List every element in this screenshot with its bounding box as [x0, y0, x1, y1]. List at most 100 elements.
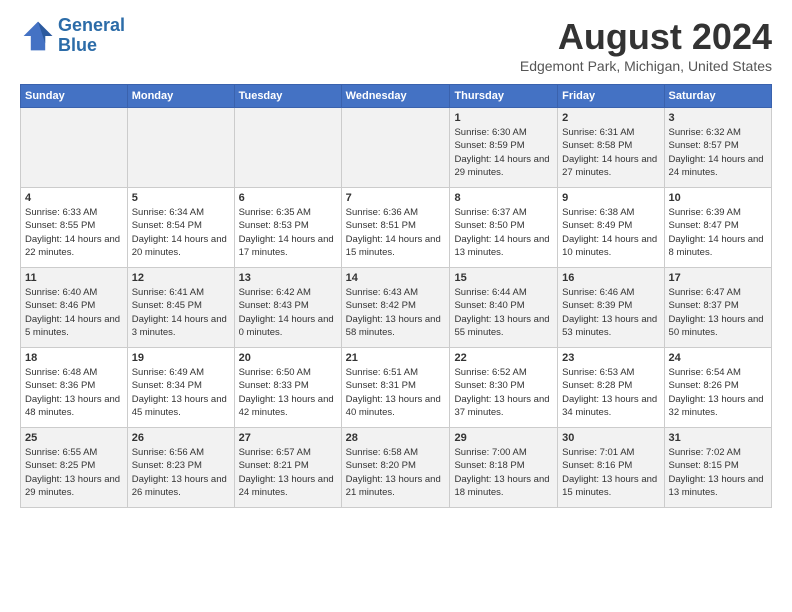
header-row: SundayMondayTuesdayWednesdayThursdayFrid… — [21, 85, 772, 108]
day-cell-empty — [21, 108, 128, 188]
day-info: Sunrise: 6:52 AM Sunset: 8:30 PM Dayligh… — [454, 366, 553, 419]
day-info: Sunrise: 6:37 AM Sunset: 8:50 PM Dayligh… — [454, 206, 553, 259]
day-cell-18: 18Sunrise: 6:48 AM Sunset: 8:36 PM Dayli… — [21, 348, 128, 428]
day-cell-25: 25Sunrise: 6:55 AM Sunset: 8:25 PM Dayli… — [21, 428, 128, 508]
page: General Blue August 2024 Edgemont Park, … — [0, 0, 792, 518]
day-cell-14: 14 Sunrise: 6:43 AM Sunset: 8:42 PM Dayli… — [341, 268, 450, 348]
day-info: Sunrise: 6:41 AM Sunset: 8:45 PM Dayligh… — [132, 286, 230, 339]
day-cell-20: 20 Sunrise: 6:50 AM Sunset: 8:33 PM Dayli… — [234, 348, 341, 428]
day-cell-23: 23 Sunrise: 6:53 AM Sunset: 8:28 PM Dayli… — [558, 348, 664, 428]
day-info: Sunrise: 6:57 AM Sunset: 8:21 PM Dayligh… — [239, 446, 337, 499]
day-number: 25 — [25, 432, 123, 444]
day-info: Sunrise: 6:34 AM Sunset: 8:54 PM Dayligh… — [132, 206, 230, 259]
day-cell-22: 22 Sunrise: 6:52 AM Sunset: 8:30 PM Dayli… — [450, 348, 558, 428]
day-number: 24 — [669, 352, 767, 364]
day-info: Sunrise: 6:36 AM Sunset: 8:51 PM Dayligh… — [346, 206, 446, 259]
day-info: Sunrise: 6:50 AM Sunset: 8:33 PM Dayligh… — [239, 366, 337, 419]
day-number: 15 — [454, 272, 553, 284]
title-block: August 2024 Edgemont Park, Michigan, Uni… — [520, 16, 772, 74]
day-info: Sunrise: 6:58 AM Sunset: 8:20 PM Dayligh… — [346, 446, 446, 499]
day-number: 21 — [346, 352, 446, 364]
day-number: 22 — [454, 352, 553, 364]
logo: General Blue — [20, 16, 125, 56]
day-cell-8: 8 Sunrise: 6:37 AM Sunset: 8:50 PM Daylig… — [450, 188, 558, 268]
header-cell-monday: Monday — [127, 85, 234, 108]
day-info: Sunrise: 6:33 AM Sunset: 8:55 PM Dayligh… — [25, 206, 123, 259]
day-number: 11 — [25, 272, 123, 284]
logo-text: General Blue — [58, 16, 125, 56]
day-number: 12 — [132, 272, 230, 284]
day-info: Sunrise: 6:43 AM Sunset: 8:42 PM Dayligh… — [346, 286, 446, 339]
week-row-4: 18Sunrise: 6:48 AM Sunset: 8:36 PM Dayli… — [21, 348, 772, 428]
day-number: 3 — [669, 112, 767, 124]
day-cell-4: 4 Sunrise: 6:33 AM Sunset: 8:55 PM Daylig… — [21, 188, 128, 268]
day-number: 5 — [132, 192, 230, 204]
day-number: 20 — [239, 352, 337, 364]
day-number: 13 — [239, 272, 337, 284]
header-cell-friday: Friday — [558, 85, 664, 108]
header-cell-thursday: Thursday — [450, 85, 558, 108]
day-info: Sunrise: 7:01 AM Sunset: 8:16 PM Dayligh… — [562, 446, 659, 499]
day-number: 28 — [346, 432, 446, 444]
logo-icon — [20, 18, 56, 54]
day-info: Sunrise: 6:56 AM Sunset: 8:23 PM Dayligh… — [132, 446, 230, 499]
day-cell-26: 26Sunrise: 6:56 AM Sunset: 8:23 PM Dayli… — [127, 428, 234, 508]
day-cell-24: 24 Sunrise: 6:54 AM Sunset: 8:26 PM Dayli… — [664, 348, 771, 428]
day-number: 19 — [132, 352, 230, 364]
day-cell-19: 19Sunrise: 6:49 AM Sunset: 8:34 PM Dayli… — [127, 348, 234, 428]
day-info: Sunrise: 6:47 AM Sunset: 8:37 PM Dayligh… — [669, 286, 767, 339]
day-cell-11: 11Sunrise: 6:40 AM Sunset: 8:46 PM Dayli… — [21, 268, 128, 348]
day-info: Sunrise: 6:54 AM Sunset: 8:26 PM Dayligh… — [669, 366, 767, 419]
day-cell-5: 5 Sunrise: 6:34 AM Sunset: 8:54 PM Daylig… — [127, 188, 234, 268]
day-number: 14 — [346, 272, 446, 284]
day-info: Sunrise: 6:44 AM Sunset: 8:40 PM Dayligh… — [454, 286, 553, 339]
day-info: Sunrise: 6:30 AM Sunset: 8:59 PM Dayligh… — [454, 126, 553, 179]
day-cell-29: 29Sunrise: 7:00 AM Sunset: 8:18 PM Dayli… — [450, 428, 558, 508]
day-number: 27 — [239, 432, 337, 444]
day-number: 30 — [562, 432, 659, 444]
day-number: 17 — [669, 272, 767, 284]
day-cell-12: 12 Sunrise: 6:41 AM Sunset: 8:45 PM Dayli… — [127, 268, 234, 348]
day-cell-2: 2 Sunrise: 6:31 AM Sunset: 8:58 PM Daylig… — [558, 108, 664, 188]
day-number: 31 — [669, 432, 767, 444]
day-info: Sunrise: 6:39 AM Sunset: 8:47 PM Dayligh… — [669, 206, 767, 259]
day-info: Sunrise: 6:53 AM Sunset: 8:28 PM Dayligh… — [562, 366, 659, 419]
day-cell-30: 30 Sunrise: 7:01 AM Sunset: 8:16 PM Dayli… — [558, 428, 664, 508]
day-cell-28: 28 Sunrise: 6:58 AM Sunset: 8:20 PM Dayli… — [341, 428, 450, 508]
day-cell-17: 17 Sunrise: 6:47 AM Sunset: 8:37 PM Dayli… — [664, 268, 771, 348]
day-cell-6: 6Sunrise: 6:35 AM Sunset: 8:53 PM Daylig… — [234, 188, 341, 268]
day-number: 2 — [562, 112, 659, 124]
day-number: 10 — [669, 192, 767, 204]
day-number: 18 — [25, 352, 123, 364]
header-cell-tuesday: Tuesday — [234, 85, 341, 108]
day-cell-21: 21Sunrise: 6:51 AM Sunset: 8:31 PM Dayli… — [341, 348, 450, 428]
week-row-3: 11Sunrise: 6:40 AM Sunset: 8:46 PM Dayli… — [21, 268, 772, 348]
header-cell-sunday: Sunday — [21, 85, 128, 108]
day-number: 23 — [562, 352, 659, 364]
day-info: Sunrise: 7:02 AM Sunset: 8:15 PM Dayligh… — [669, 446, 767, 499]
day-number: 1 — [454, 112, 553, 124]
day-info: Sunrise: 6:31 AM Sunset: 8:58 PM Dayligh… — [562, 126, 659, 179]
day-info: Sunrise: 6:46 AM Sunset: 8:39 PM Dayligh… — [562, 286, 659, 339]
day-info: Sunrise: 6:35 AM Sunset: 8:53 PM Dayligh… — [239, 206, 337, 259]
day-number: 8 — [454, 192, 553, 204]
day-cell-empty — [341, 108, 450, 188]
day-info: Sunrise: 6:32 AM Sunset: 8:57 PM Dayligh… — [669, 126, 767, 179]
header-cell-wednesday: Wednesday — [341, 85, 450, 108]
day-number: 9 — [562, 192, 659, 204]
day-cell-10: 10 Sunrise: 6:39 AM Sunset: 8:47 PM Dayli… — [664, 188, 771, 268]
day-cell-31: 31 Sunrise: 7:02 AM Sunset: 8:15 PM Dayli… — [664, 428, 771, 508]
month-title: August 2024 — [520, 16, 772, 58]
day-cell-15: 15 Sunrise: 6:44 AM Sunset: 8:40 PM Dayli… — [450, 268, 558, 348]
day-cell-13: 13Sunrise: 6:42 AM Sunset: 8:43 PM Dayli… — [234, 268, 341, 348]
calendar-table: SundayMondayTuesdayWednesdayThursdayFrid… — [20, 84, 772, 508]
week-row-1: 1 Sunrise: 6:30 AM Sunset: 8:59 PM Daylig… — [21, 108, 772, 188]
day-cell-9: 9Sunrise: 6:38 AM Sunset: 8:49 PM Daylig… — [558, 188, 664, 268]
day-cell-empty — [127, 108, 234, 188]
day-cell-empty — [234, 108, 341, 188]
day-number: 16 — [562, 272, 659, 284]
header: General Blue August 2024 Edgemont Park, … — [20, 16, 772, 74]
location: Edgemont Park, Michigan, United States — [520, 58, 772, 74]
day-number: 4 — [25, 192, 123, 204]
day-cell-16: 16 Sunrise: 6:46 AM Sunset: 8:39 PM Dayli… — [558, 268, 664, 348]
